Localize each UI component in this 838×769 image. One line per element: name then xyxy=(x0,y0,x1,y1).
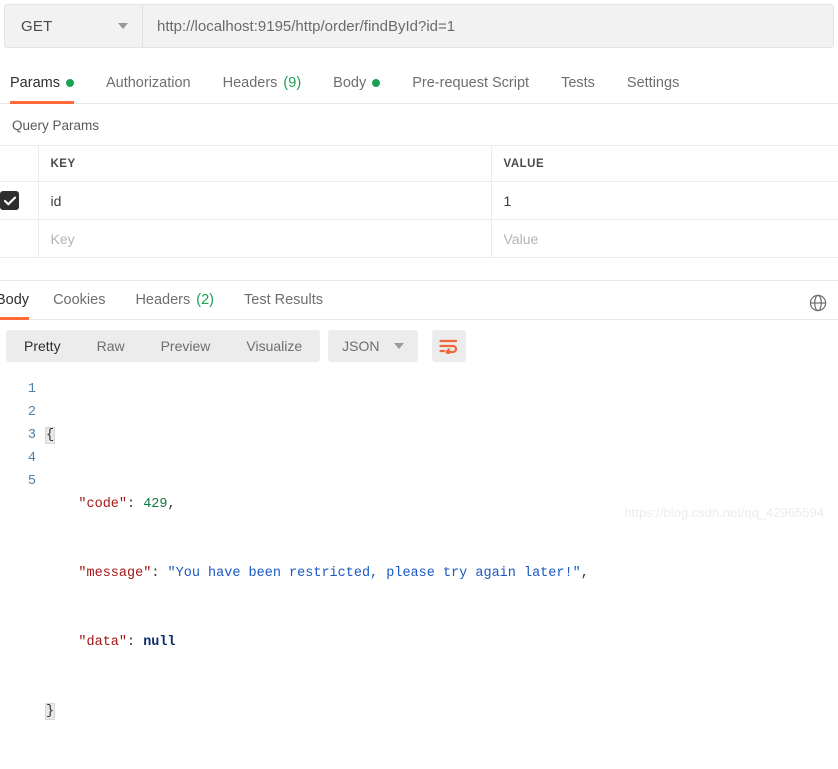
line-number: 3 xyxy=(27,428,36,443)
tab-authorization[interactable]: Authorization xyxy=(106,63,207,103)
http-method-label: GET xyxy=(21,17,53,35)
code-line: { xyxy=(44,424,838,447)
format-segment-group: Pretty Raw Preview Visualize xyxy=(6,330,321,362)
json-key-data: "data" xyxy=(78,635,127,650)
response-tab-cookies[interactable]: Cookies xyxy=(53,281,121,319)
tab-params[interactable]: Params xyxy=(10,63,90,104)
http-method-dropdown[interactable]: GET xyxy=(5,5,143,47)
column-header-key: KEY xyxy=(38,145,492,182)
param-value-input-empty[interactable]: Value xyxy=(491,219,838,258)
json-open-brace: { xyxy=(44,427,56,444)
row-checkbox-cell xyxy=(0,219,39,258)
table-row: Key Value xyxy=(0,219,838,258)
param-key-input-empty[interactable]: Key xyxy=(38,219,492,258)
response-tab-cookies-label: Cookies xyxy=(53,292,106,308)
chevron-down-icon xyxy=(393,343,404,349)
tab-headers[interactable]: Headers (9) xyxy=(223,63,318,103)
response-language-label: JSON xyxy=(342,338,380,354)
json-key-message: "message" xyxy=(78,566,152,581)
format-pretty[interactable]: Pretty xyxy=(6,330,79,362)
response-tab-headers-count: (2) xyxy=(196,292,214,308)
tab-pre-request-script[interactable]: Pre-request Script xyxy=(412,63,545,103)
tab-params-label: Params xyxy=(10,75,60,91)
query-params-title: Query Params xyxy=(12,118,100,133)
line-number: 2 xyxy=(27,405,36,420)
tab-body-label: Body xyxy=(333,75,367,91)
tab-tests-label: Tests xyxy=(561,75,595,91)
format-preview[interactable]: Preview xyxy=(143,330,229,362)
json-value-code: 429 xyxy=(143,497,168,512)
line-number: 1 xyxy=(27,382,36,397)
code-line: } xyxy=(44,700,838,723)
table-row: id 1 xyxy=(0,181,838,220)
chevron-down-icon xyxy=(118,23,128,29)
row-checkbox-cell xyxy=(0,181,39,220)
format-raw[interactable]: Raw xyxy=(79,330,143,362)
tab-tests[interactable]: Tests xyxy=(561,63,611,103)
tab-settings-label: Settings xyxy=(626,75,680,91)
line-number-gutter: 1 2 3 4 5 xyxy=(0,378,46,769)
column-header-value: VALUE xyxy=(491,145,838,182)
tab-authorization-label: Authorization xyxy=(105,75,191,91)
json-value-message: "You have been restricted, please try ag… xyxy=(167,566,581,581)
response-tab-headers[interactable]: Headers (2) xyxy=(135,281,230,319)
url-input[interactable]: http://localhost:9195/http/order/findByI… xyxy=(143,5,833,47)
param-enabled-checkbox[interactable] xyxy=(0,191,19,210)
response-tab-body-label: Body xyxy=(0,292,30,308)
json-key-code: "code" xyxy=(78,497,127,512)
line-number: 4 xyxy=(27,451,36,466)
response-format-toolbar: Pretty Raw Preview Visualize JSON xyxy=(0,320,838,372)
tab-headers-count: (9) xyxy=(283,75,302,91)
header-checkbox-cell xyxy=(0,145,39,182)
response-tab-headers-label: Headers xyxy=(135,292,191,308)
table-header-row: KEY VALUE xyxy=(0,145,838,182)
params-modified-dot-icon xyxy=(65,79,74,87)
tab-headers-label: Headers xyxy=(222,75,278,91)
response-language-dropdown[interactable]: JSON xyxy=(328,330,418,362)
json-value-data: null xyxy=(143,635,176,650)
code-line: "message": "You have been restricted, pl… xyxy=(78,566,589,581)
format-visualize[interactable]: Visualize xyxy=(228,330,320,362)
tab-settings[interactable]: Settings xyxy=(627,63,695,103)
word-wrap-icon[interactable] xyxy=(431,330,466,362)
request-url-bar: GET http://localhost:9195/http/order/fin… xyxy=(4,4,834,48)
watermark: https://blog.csdn.net/qq_42965594 xyxy=(624,505,825,520)
request-tab-bar: Params Authorization Headers (9) Body Pr… xyxy=(0,63,838,104)
json-close-brace: } xyxy=(44,703,56,720)
tab-body[interactable]: Body xyxy=(333,63,396,103)
tab-pre-request-script-label: Pre-request Script xyxy=(412,75,530,91)
query-params-table: KEY VALUE id 1 Key Value xyxy=(0,145,838,258)
response-tab-test-results[interactable]: Test Results xyxy=(244,281,339,319)
response-tab-body[interactable]: Body xyxy=(0,281,39,320)
response-tab-bar: Body Cookies Headers (2) Test Results xyxy=(0,281,838,320)
param-key-input[interactable]: id xyxy=(38,181,492,220)
response-body-code: { "code": 429, "message": "You have been… xyxy=(44,378,838,769)
globe-icon[interactable] xyxy=(808,293,828,313)
response-body-viewer[interactable]: 1 2 3 4 5 { "code": 429, "message": "You… xyxy=(0,372,838,769)
code-line: "data": null xyxy=(78,635,176,650)
line-number: 5 xyxy=(27,474,36,489)
param-value-input[interactable]: 1 xyxy=(491,181,838,220)
response-tab-test-results-label: Test Results xyxy=(244,292,323,308)
body-modified-dot-icon xyxy=(372,79,381,87)
